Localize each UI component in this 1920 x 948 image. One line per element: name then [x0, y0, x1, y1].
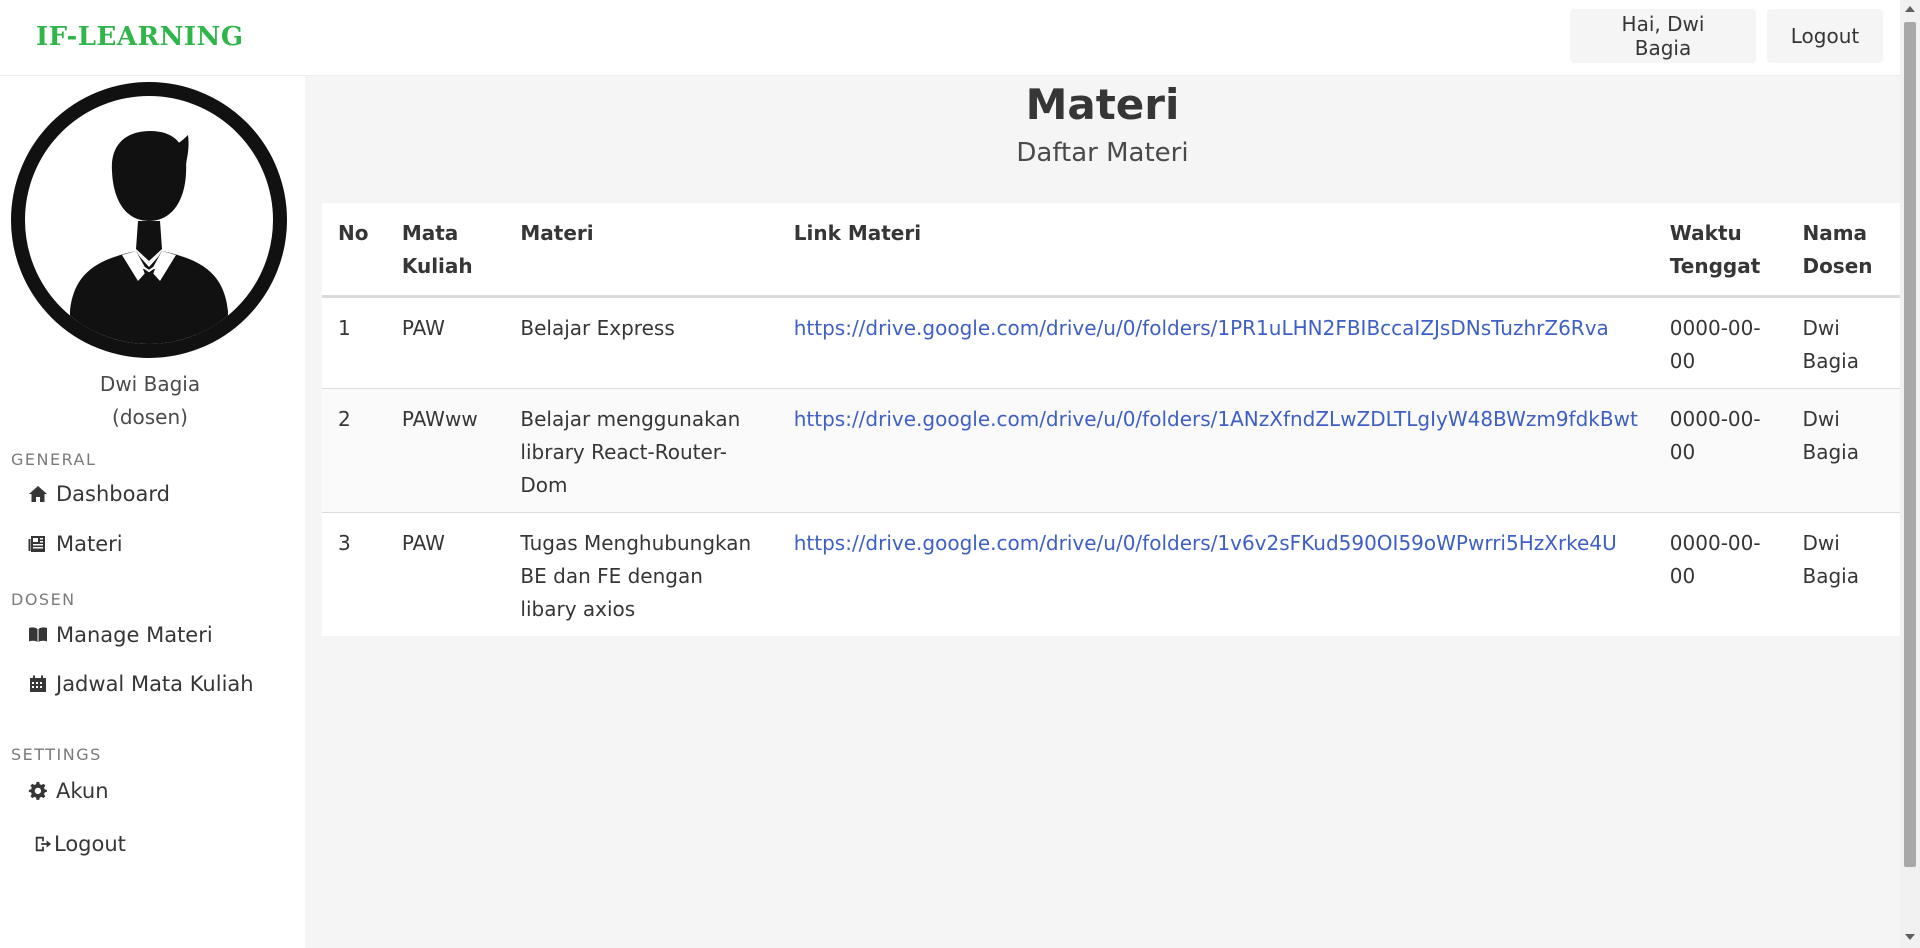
user-role: (dosen) [112, 405, 188, 429]
cell-nama-dosen: Dwi Bagia [1786, 388, 1900, 513]
cell-waktu-tenggat: 0000-00-00 [1669, 531, 1761, 588]
cell-link: https://drive.google.com/drive/u/0/folde… [777, 296, 1654, 389]
home-icon [29, 486, 47, 502]
header-waktu-tenggat: Waktu Tenggat [1653, 203, 1787, 298]
sidebar-item-manage-materi[interactable]: Manage Materi [28, 617, 213, 653]
menu-label-settings: SETTINGS [11, 745, 102, 764]
materi-link[interactable]: https://drive.google.com/drive/u/0/folde… [794, 407, 1638, 431]
cell-materi: Tugas Menghubungkan BE dan FE dengan lib… [520, 531, 752, 621]
scroll-up-arrow-icon[interactable] [1905, 6, 1915, 12]
sidebar-item-akun[interactable]: Akun [28, 773, 109, 809]
menu-label-general: GENERAL [11, 450, 97, 469]
table-row: 2 PAWww Belajar menggunakan library Reac… [322, 388, 1900, 513]
materi-link[interactable]: https://drive.google.com/drive/u/0/folde… [794, 531, 1617, 555]
table-header-row: No Mata Kuliah Materi Link Materi Waktu … [322, 203, 1900, 298]
table-row: 3 PAW Tugas Menghubungkan BE dan FE deng… [322, 513, 1900, 637]
scrollbar-thumb[interactable] [1904, 22, 1916, 867]
menu-label-dosen: DOSEN [11, 590, 76, 609]
sidebar: Dwi Bagia (dosen) GENERAL Dashboard Mate… [0, 76, 305, 948]
navbar-logout-button[interactable]: Logout [1767, 9, 1883, 63]
cell-no: 3 [338, 531, 351, 555]
sidebar-item-label: Jadwal Mata Kuliah [56, 672, 254, 696]
cell-mata-kuliah: PAW [401, 531, 445, 555]
avatar-icon [11, 82, 287, 358]
book-icon [29, 627, 47, 642]
sidebar-item-label: Manage Materi [56, 623, 213, 647]
sidebar-item-label: Materi [56, 532, 123, 556]
cell-link: https://drive.google.com/drive/u/0/folde… [777, 388, 1654, 513]
cell-no: 2 [322, 388, 386, 513]
user-name: Dwi Bagia [99, 372, 201, 396]
calendar-icon [30, 675, 46, 692]
page-scrollbar[interactable] [1900, 0, 1920, 948]
sidebar-item-jadwal[interactable]: Jadwal Mata Kuliah [28, 666, 254, 702]
cell-no: 1 [322, 296, 386, 389]
cell-waktu-tenggat: 0000-00-00 [1653, 388, 1787, 513]
user-greeting-button[interactable]: Hai, Dwi Bagia [1570, 9, 1756, 63]
newspaper-icon [28, 536, 45, 552]
materi-table: No Mata Kuliah Materi Link Materi Waktu … [322, 203, 1900, 636]
cell-nama-dosen: Dwi Bagia [1786, 296, 1900, 389]
main-content: Materi Daftar Materi No Mata Kuliah Mate… [305, 76, 1900, 948]
cell-waktu-tenggat: 0000-00-00 [1653, 296, 1787, 389]
header-mata-kuliah: Mata Kuliah [385, 203, 505, 298]
header-nama-dosen: Nama Dosen [1786, 203, 1900, 298]
header-materi: Materi [504, 203, 778, 298]
cell-materi: Belajar menggunakan library React-Router… [504, 388, 778, 513]
header-no: No [322, 203, 386, 298]
page-subtitle: Daftar Materi [1016, 138, 1189, 168]
sidebar-item-logout[interactable]: Logout [34, 826, 126, 862]
cell-materi: Belajar Express [504, 296, 778, 389]
materi-table-container: No Mata Kuliah Materi Link Materi Waktu … [322, 203, 1900, 636]
cell-link: https://drive.google.com/drive/u/0/folde… [778, 513, 1654, 637]
header-link-materi: Link Materi [777, 203, 1654, 298]
page-title: Materi [1025, 80, 1180, 129]
materi-link[interactable]: https://drive.google.com/drive/u/0/folde… [794, 316, 1609, 340]
table-row: 1 PAW Belajar Express https://drive.goog… [322, 296, 1900, 389]
scroll-down-arrow-icon[interactable] [1905, 934, 1915, 940]
sidebar-item-label: Akun [56, 779, 109, 803]
brand-logo[interactable]: IF-LEARNING [36, 22, 244, 52]
sidebar-item-label: Logout [54, 832, 126, 856]
sidebar-item-label: Dashboard [56, 482, 170, 506]
sign-out-icon [35, 836, 52, 852]
cell-nama-dosen: Dwi Bagia [1802, 531, 1859, 588]
sidebar-item-dashboard[interactable]: Dashboard [28, 476, 170, 512]
gear-icon [28, 781, 47, 800]
cell-mata-kuliah: PAWww [385, 388, 505, 513]
cell-mata-kuliah: PAW [385, 296, 505, 389]
sidebar-item-materi[interactable]: Materi [28, 526, 123, 562]
top-navbar: IF-LEARNING Hai, Dwi Bagia Logout [0, 0, 1900, 76]
